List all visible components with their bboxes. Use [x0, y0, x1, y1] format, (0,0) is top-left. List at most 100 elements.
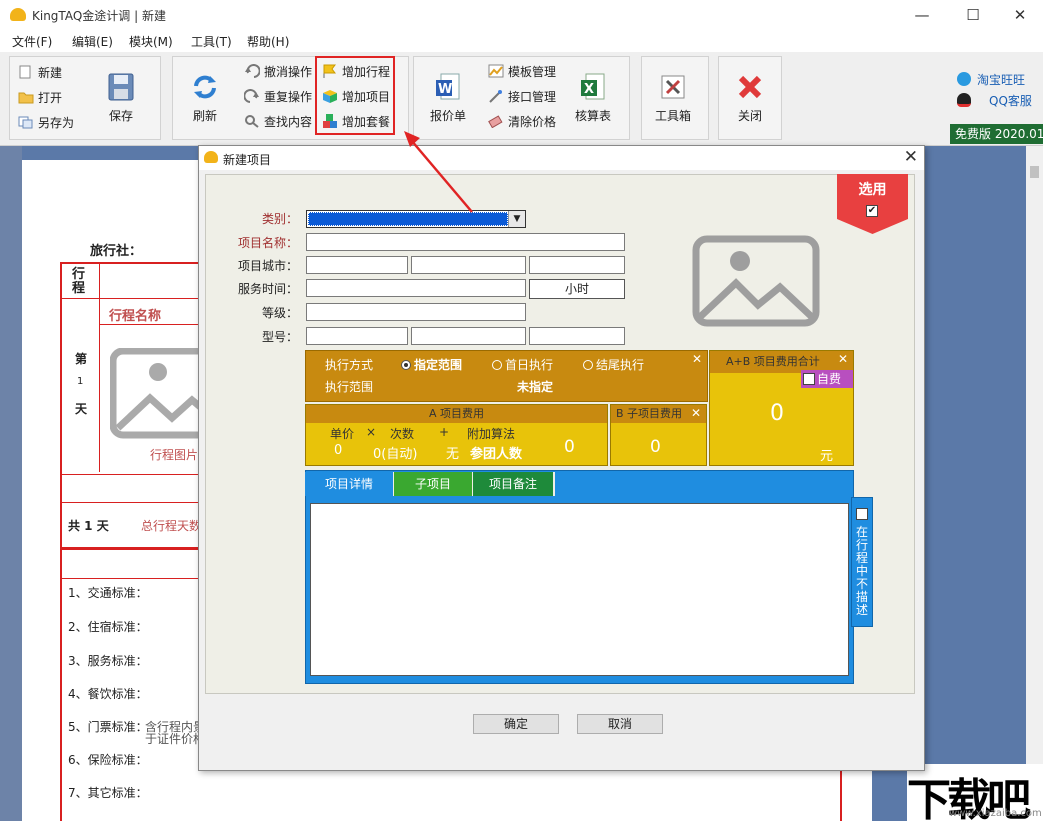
scrollbar-thumb[interactable]: [1030, 166, 1039, 178]
item-details-textarea[interactable]: [310, 503, 849, 676]
interface-management-button[interactable]: 接口管理: [488, 88, 556, 108]
model-input-1[interactable]: [306, 327, 408, 345]
count-value[interactable]: 0(自动): [373, 443, 417, 462]
refresh-button[interactable]: 刷新: [178, 72, 232, 124]
exec-option-last[interactable]: 结尾执行: [583, 356, 644, 373]
extra-calc-value[interactable]: 无: [446, 443, 459, 462]
close-window-button[interactable]: ✕: [1008, 4, 1032, 26]
save-label: 保存: [108, 109, 133, 123]
fee-a-total: 0: [564, 437, 575, 457]
table-divider: [100, 324, 200, 325]
menu-file[interactable]: 文件(F): [12, 33, 52, 50]
taobao-wangwang-icon: [957, 72, 971, 86]
quote-button[interactable]: W 报价单: [421, 72, 475, 124]
minimize-button[interactable]: —: [910, 4, 934, 26]
service-time-label: 服务时间：: [237, 282, 298, 296]
fee-b-close-icon[interactable]: ✕: [691, 406, 701, 420]
template-management-button[interactable]: 模板管理: [488, 63, 556, 83]
item-city-input-2[interactable]: [411, 256, 526, 274]
table-divider: [61, 474, 201, 475]
exec-range-value[interactable]: 未指定: [517, 378, 553, 395]
item-city-input-3[interactable]: [529, 256, 625, 274]
save-button[interactable]: 保存: [94, 72, 148, 124]
maximize-button[interactable]: ☐: [961, 4, 985, 26]
exec-mode-label: 执行方式: [325, 358, 374, 372]
fee-total-close-icon[interactable]: ✕: [838, 352, 848, 366]
check-sheet-button[interactable]: X 核算表: [566, 72, 620, 124]
cancel-button[interactable]: 取消: [577, 714, 663, 734]
qq-support-link[interactable]: QQ客服: [957, 92, 1032, 109]
exec-close-icon[interactable]: ✕: [692, 352, 702, 366]
dialog-close-button[interactable]: ✕: [904, 147, 918, 167]
ok-button[interactable]: 确定: [473, 714, 559, 734]
quote-label: 报价单: [429, 109, 466, 123]
no-describe-checkbox[interactable]: [856, 508, 868, 520]
template-management-label: 模板管理: [508, 65, 557, 79]
new-button[interactable]: 新建: [18, 64, 62, 84]
fee-total-panel: A+B 项目费用合计 ✕ 0 元: [709, 350, 854, 466]
undo-label: 撤消操作: [264, 65, 313, 79]
exec-option-first[interactable]: 首日执行: [492, 356, 553, 373]
watermark-url: www.xiazaiba.com: [949, 808, 1042, 819]
item-image-placeholder-icon[interactable]: [692, 235, 820, 327]
close-button[interactable]: 关闭: [723, 72, 777, 124]
magnifier-icon: [244, 114, 260, 128]
radio-icon[interactable]: [492, 360, 502, 370]
open-button[interactable]: 打开: [18, 89, 62, 109]
menu-module[interactable]: 模块(M): [129, 33, 173, 50]
item-city-input-1[interactable]: [306, 256, 408, 274]
ticket-note-line2: 于证件价格: [145, 732, 206, 746]
undo-button[interactable]: 撤消操作: [244, 63, 312, 83]
radio-icon[interactable]: [583, 360, 593, 370]
standard-other: 7、其它标准：: [68, 786, 148, 800]
self-pay-toggle[interactable]: 自费: [801, 370, 853, 388]
close-label: 关闭: [737, 109, 762, 123]
new-label: 新建: [38, 66, 63, 80]
wand-icon: [488, 89, 504, 103]
open-label: 打开: [38, 91, 63, 105]
unit-price-value[interactable]: 0: [334, 443, 342, 458]
menu-tools[interactable]: 工具(T): [191, 33, 232, 50]
menu-help[interactable]: 帮助(H): [247, 33, 289, 50]
title-bar: KingTAQ金途计调 | 新建 — ☐ ✕: [0, 0, 1043, 30]
toolbox-button[interactable]: 工具箱: [646, 72, 700, 124]
tab-item-details[interactable]: 项目详情: [305, 472, 393, 496]
item-name-label: 项目名称：: [237, 236, 298, 250]
category-label: 类别：: [261, 212, 298, 226]
grade-input[interactable]: [306, 303, 526, 321]
version-badge: 免费版 2020.01: [950, 124, 1043, 144]
taobao-link[interactable]: 淘宝旺旺: [957, 71, 1025, 88]
word-document-icon: W: [433, 72, 463, 102]
tab-sub-items[interactable]: 子项目: [394, 472, 472, 496]
find-button[interactable]: 查找内容: [244, 113, 312, 133]
radio-selected-icon[interactable]: [401, 360, 411, 370]
fee-b-panel: B 子项目费用 ✕ 0: [610, 404, 707, 466]
redo-button[interactable]: 重复操作: [243, 88, 312, 108]
save-as-button[interactable]: 另存为: [18, 114, 74, 134]
select-use-checkbox[interactable]: ✔: [866, 205, 878, 217]
tab-item-notes[interactable]: 项目备注: [473, 472, 553, 496]
self-pay-label: 自费: [817, 372, 842, 386]
menu-edit[interactable]: 编辑(E): [72, 33, 113, 50]
chevron-down-icon[interactable]: ▼: [508, 211, 525, 227]
table-divider: [61, 502, 201, 503]
svg-text:X: X: [584, 82, 594, 97]
no-describe-toggle[interactable]: 在行程中不描述: [851, 497, 873, 627]
day-suffix: 天: [75, 402, 88, 416]
exec-option-range[interactable]: 指定范围: [401, 356, 462, 373]
category-select[interactable]: ▼: [306, 210, 526, 228]
vertical-scrollbar[interactable]: [1026, 146, 1043, 821]
group-size-label[interactable]: 参团人数: [470, 443, 522, 462]
service-time-input[interactable]: [306, 279, 526, 297]
table-divider: [99, 264, 100, 472]
check-sheet-label: 核算表: [574, 109, 611, 123]
self-pay-checkbox[interactable]: [803, 373, 815, 385]
exec-option-last-label: 结尾执行: [596, 358, 645, 372]
model-input-3[interactable]: [529, 327, 625, 345]
item-name-input[interactable]: [306, 233, 625, 251]
refresh-label: 刷新: [192, 109, 217, 123]
dialog-title-bar: 新建项目 ✕: [199, 146, 924, 170]
model-input-2[interactable]: [411, 327, 526, 345]
clear-price-button[interactable]: 清除价格: [488, 113, 556, 133]
select-use-badge[interactable]: 选用 ✔: [837, 174, 908, 234]
